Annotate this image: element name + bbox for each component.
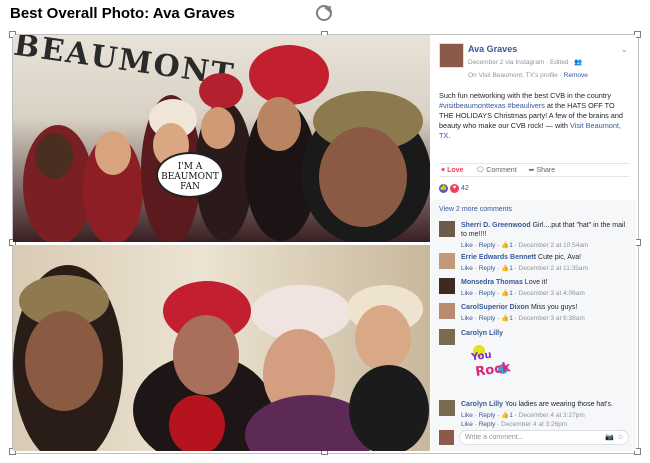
- commenter-avatar[interactable]: [439, 253, 455, 269]
- post-text: Such fun networking with the best CVB in…: [439, 91, 631, 141]
- commenter-avatar[interactable]: [439, 400, 455, 416]
- comment-reply-link[interactable]: Reply: [479, 242, 496, 249]
- comment-like-count: 1: [509, 290, 513, 297]
- facebook-post-panel: Ava Graves ⌄ December 2 via Instagram · …: [431, 35, 636, 451]
- view-more-comments-link[interactable]: View 2 more comments: [439, 206, 512, 213]
- comment-like-link[interactable]: Like: [461, 421, 473, 428]
- comment-like-link[interactable]: Like: [461, 412, 473, 419]
- love-button[interactable]: ♥ Love: [441, 167, 463, 174]
- comment-like-link[interactable]: Like: [461, 242, 473, 249]
- post-meta: December 2 via Instagram · Edited · 👥: [468, 58, 582, 66]
- comment-time: December 4 at 3:27pm: [518, 412, 585, 419]
- comment-time: December 3 at 6:38am: [518, 315, 585, 322]
- comment-like-count: 1: [509, 265, 513, 272]
- comment-like-count: 1: [509, 242, 513, 249]
- commenter-avatar[interactable]: [439, 329, 455, 345]
- sign-text-2: BEAUMONT: [161, 172, 219, 182]
- comment-like-icon: 👍: [501, 290, 510, 297]
- comment-like-count: 1: [509, 412, 513, 419]
- comment-author[interactable]: CarolSuperior Dixon: [461, 304, 529, 311]
- comment-text: Miss you guys!: [529, 304, 578, 311]
- hashtags-link[interactable]: #visitbeaumonttexas #beaulivers: [439, 101, 545, 110]
- comment-reply-link[interactable]: Reply: [479, 315, 496, 322]
- comment-author[interactable]: Carolyn Lilly: [461, 401, 503, 408]
- comment-input-placeholder: Write a comment...: [465, 434, 524, 441]
- comment-time: December 4 at 3:26pm: [501, 421, 568, 428]
- comment-text: Cute pic, Ava!: [536, 254, 582, 261]
- commenter-avatar[interactable]: [439, 221, 455, 237]
- you-rock-sticker: You Rock: [469, 341, 511, 379]
- post-text-3: .: [448, 131, 451, 140]
- comment-like-icon: 👍: [501, 242, 510, 249]
- post-location: On Visit Beaumont, TX's profile · Remove: [468, 72, 588, 79]
- like-reaction-icon: 👍: [439, 184, 448, 193]
- post-text-1: Such fun networking with the best CVB in…: [439, 91, 611, 100]
- comment-like-icon: 👍: [501, 265, 510, 272]
- commenter-avatar[interactable]: [439, 278, 455, 294]
- comment-composer: Write a comment... 📷 ☺: [439, 430, 629, 446]
- post-author[interactable]: Ava Graves: [468, 44, 517, 54]
- composer-avatar: [439, 430, 454, 445]
- post-options-chevron-icon[interactable]: ⌄: [620, 44, 628, 55]
- comment-like-link[interactable]: Like: [461, 315, 473, 322]
- comment-like-icon: 👍: [501, 315, 510, 322]
- comment-author[interactable]: Sherri D. Greenwood: [461, 222, 531, 229]
- emoji-icon[interactable]: ☺: [617, 431, 624, 445]
- commenter-avatar[interactable]: [439, 303, 455, 319]
- comment-reply-link[interactable]: Reply: [479, 421, 496, 428]
- comment-like-count: 1: [509, 315, 513, 322]
- remove-link[interactable]: Remove: [564, 72, 588, 79]
- post-photo-bottom[interactable]: [13, 245, 430, 451]
- comment-reply-link[interactable]: Reply: [479, 412, 496, 419]
- comment-author[interactable]: Monsedra Thomas: [461, 279, 523, 286]
- comment-author[interactable]: Carolyn Lilly: [461, 330, 503, 337]
- post-actions: ♥ Love 🗨 Comment ➦ Share: [439, 163, 629, 177]
- comment-text: You ladies are wearing those hat's.: [503, 401, 613, 408]
- rotate-handle-icon[interactable]: [316, 5, 332, 21]
- comment-reply-link[interactable]: Reply: [479, 265, 496, 272]
- comment-reply-link[interactable]: Reply: [479, 290, 496, 297]
- audience-icon: 👥: [574, 59, 583, 66]
- comment-like-icon: 👍: [501, 412, 510, 419]
- share-button[interactable]: ➦ Share: [529, 166, 556, 174]
- love-reaction-icon: ♥: [450, 184, 459, 193]
- reaction-count: 42: [461, 185, 469, 192]
- author-avatar[interactable]: [439, 43, 464, 68]
- fan-sign: I'M A BEAUMONT FAN: [156, 152, 224, 198]
- post-photo-top[interactable]: BEAUMONT I'M A BEAUMONT FAN: [13, 35, 430, 242]
- comment-input[interactable]: Write a comment... 📷 ☺: [459, 430, 629, 445]
- comment-time: December 2 at 10:54am: [518, 242, 589, 249]
- sign-text-1: I'M A: [177, 162, 203, 172]
- comment-like-link[interactable]: Like: [461, 265, 473, 272]
- page-title: Best Overall Photo: Ava Graves: [10, 5, 235, 22]
- comment-text: Love it!: [522, 279, 548, 286]
- comment-label: Comment: [486, 167, 517, 174]
- sign-text-3: FAN: [180, 182, 200, 192]
- comment-like-link[interactable]: Like: [461, 290, 473, 297]
- comment-author[interactable]: Errie Edwards Bennett: [461, 254, 536, 261]
- reaction-summary[interactable]: 👍 ♥ 42: [439, 184, 469, 193]
- camera-icon[interactable]: 📷: [605, 431, 614, 445]
- love-label: Love: [447, 166, 464, 174]
- post-meta-text: December 2 via Instagram · Edited ·: [468, 59, 575, 66]
- share-label: Share: [536, 167, 556, 174]
- comment-time: December 3 at 4:06am: [518, 290, 585, 297]
- post-location-text: On Visit Beaumont, TX's profile ·: [468, 72, 564, 79]
- comment-time: December 2 at 11:35am: [518, 265, 588, 272]
- comment-button[interactable]: 🗨 Comment: [475, 166, 516, 174]
